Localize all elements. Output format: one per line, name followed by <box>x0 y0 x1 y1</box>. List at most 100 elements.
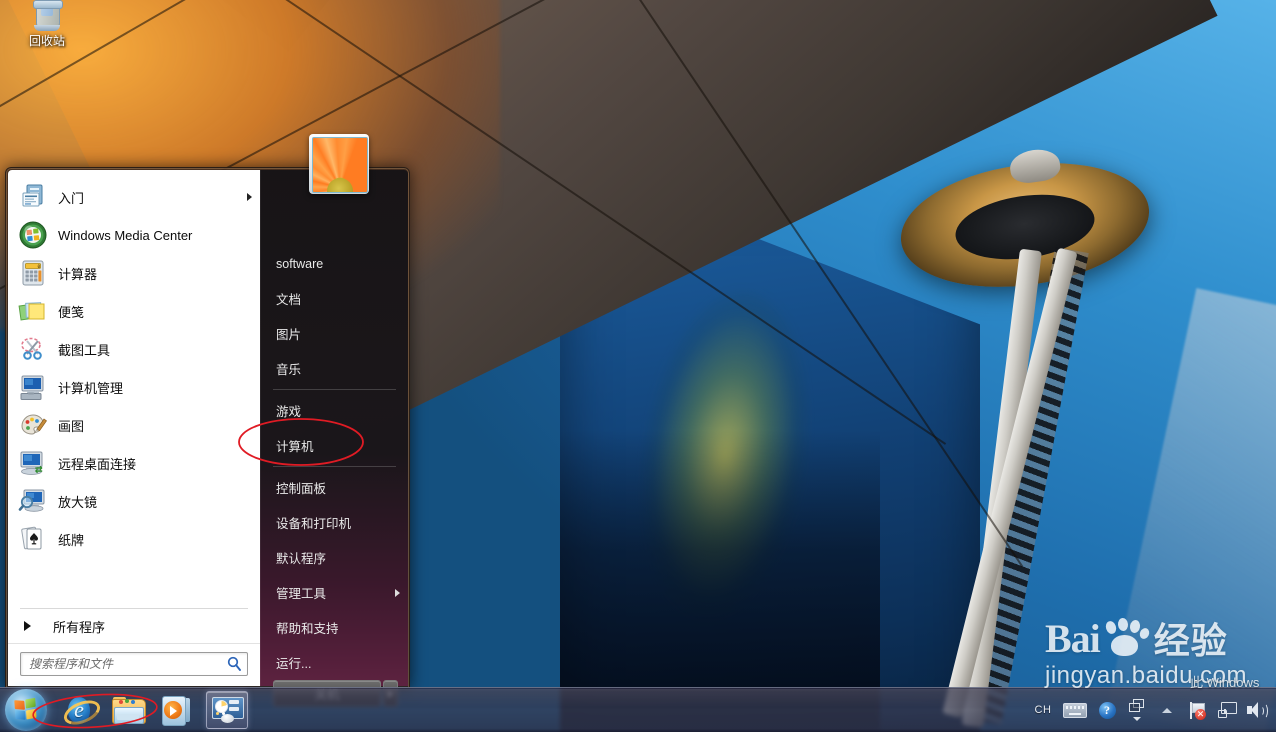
start-right-item-label: 音乐 <box>276 363 302 377</box>
all-programs-label: 所有程序 <box>53 619 106 635</box>
internet-explorer-icon <box>60 695 104 730</box>
start-item-label: 放大镜 <box>58 494 98 510</box>
chevron-right-icon <box>395 588 400 597</box>
start-right-item-control-panel[interactable]: 控制面板 <box>261 470 408 505</box>
start-item-sticky-notes[interactable]: 便笺 <box>8 292 260 330</box>
start-menu-search-area <box>8 643 260 686</box>
start-right-item-label: 管理工具 <box>276 587 327 601</box>
start-right-item-run[interactable]: 运行... <box>261 645 408 680</box>
start-button[interactable] <box>5 689 47 731</box>
start-right-item-games[interactable]: 游戏 <box>261 393 408 428</box>
all-programs-button[interactable]: 所有程序 <box>8 609 260 643</box>
start-item-label: 截图工具 <box>58 342 111 358</box>
tray-volume[interactable] <box>1244 695 1270 725</box>
svg-text:0: 0 <box>38 264 41 270</box>
start-right-item-music[interactable]: 音乐 <box>261 351 408 386</box>
help-question-icon: ? <box>1098 701 1116 719</box>
search-box[interactable] <box>20 652 248 676</box>
start-right-item-documents[interactable]: 文档 <box>261 281 408 316</box>
magnifier-icon <box>18 486 48 516</box>
start-right-item-label: 控制面板 <box>276 482 327 496</box>
error-badge: ✕ <box>1195 708 1206 720</box>
windows-logo-icon <box>14 697 37 721</box>
tray-network[interactable] <box>1214 695 1240 725</box>
tray-show-hidden-icons[interactable] <box>1154 695 1180 725</box>
control-panel-icon <box>212 697 244 723</box>
start-item-label: 远程桌面连接 <box>58 456 137 472</box>
chevron-right-icon <box>247 193 252 201</box>
start-right-item-label: 默认程序 <box>276 552 327 566</box>
folder-icon <box>112 697 146 724</box>
remote-desktop-icon: ⇄ <box>18 448 48 478</box>
start-menu-right-pane: software 文档 图片 音乐 游戏 计算机 控制面板 设备和打印机 默认程… <box>260 134 408 707</box>
desktop-icon-label: 回收站 <box>28 34 65 48</box>
start-right-item-devices-and-printers[interactable]: 设备和打印机 <box>261 505 408 540</box>
start-menu: 入门 Windows Media Center 0 计算器 便笺 截图工具 计算… <box>5 134 410 707</box>
start-item-calculator[interactable]: 0 计算器 <box>8 254 260 292</box>
start-item-magnifier[interactable]: 放大镜 <box>8 482 260 520</box>
start-right-item-label: 图片 <box>276 328 302 342</box>
paint-icon <box>18 410 48 440</box>
start-item-computer-management[interactable]: 计算机管理 <box>8 368 260 406</box>
ime-language-label: CH <box>1034 704 1052 716</box>
start-right-item-computer[interactable]: 计算机 <box>261 428 408 463</box>
tray-ime-help[interactable]: ? <box>1094 695 1120 725</box>
volume-icon <box>1247 702 1268 719</box>
chevron-right-icon <box>24 621 31 631</box>
start-menu-program-list: 入门 Windows Media Center 0 计算器 便笺 截图工具 计算… <box>8 170 260 604</box>
start-right-item-default-programs[interactable]: 默认程序 <box>261 540 408 575</box>
getting-started-icon <box>18 182 48 212</box>
taskbar-item-windows-media-player[interactable] <box>157 692 197 728</box>
start-right-item-label: 设备和打印机 <box>276 517 352 531</box>
start-right-item-pictures[interactable]: 图片 <box>261 316 408 351</box>
system-tray: CH ? ✕ <box>1030 688 1276 732</box>
start-right-item-label: 运行... <box>276 657 312 671</box>
start-right-item-label: 文档 <box>276 293 302 307</box>
user-account-picture[interactable] <box>309 134 369 194</box>
recycle-bin-icon <box>33 0 63 31</box>
start-item-snipping-tool[interactable]: 截图工具 <box>8 330 260 368</box>
start-menu-places-list: software 文档 图片 音乐 游戏 计算机 控制面板 设备和打印机 默认程… <box>261 170 408 680</box>
svg-text:⇄: ⇄ <box>35 465 43 475</box>
computer-management-icon <box>18 372 48 402</box>
sticky-notes-icon <box>18 296 48 326</box>
start-item-label: 纸牌 <box>58 532 85 548</box>
search-icon <box>227 656 242 671</box>
restore-stack-icon <box>1129 699 1145 715</box>
keyboard-icon <box>1063 702 1087 718</box>
start-right-item-label: 帮助和支持 <box>276 622 339 636</box>
tray-action-center[interactable]: ✕ <box>1184 695 1210 725</box>
start-item-label: 便笺 <box>58 304 85 320</box>
start-item-solitaire[interactable]: 纸牌 <box>8 520 260 558</box>
media-player-icon <box>162 696 192 726</box>
start-right-item-label: 游戏 <box>276 405 302 419</box>
start-right-item-label: 计算机 <box>276 440 314 454</box>
start-right-item-software[interactable]: software <box>261 246 408 281</box>
taskbar-item-internet-explorer[interactable] <box>59 692 104 730</box>
tray-ime-options[interactable] <box>1124 695 1150 725</box>
search-input[interactable] <box>27 653 221 675</box>
chevron-down-icon <box>1133 717 1141 721</box>
start-right-item-label: software <box>276 256 324 271</box>
taskbar-item-control-panel[interactable] <box>206 691 248 729</box>
flag-error-icon: ✕ <box>1189 701 1206 720</box>
user-account-picture-flower <box>312 137 368 193</box>
tray-ime-keyboard[interactable] <box>1060 695 1090 725</box>
start-item-label: 画图 <box>58 418 85 434</box>
start-menu-left-pane: 入门 Windows Media Center 0 计算器 便笺 截图工具 计算… <box>8 170 260 686</box>
start-item-remote-desktop[interactable]: ⇄ 远程桌面连接 <box>8 444 260 482</box>
start-item-label: 计算机管理 <box>58 380 124 396</box>
taskbar-pinned-items <box>59 691 248 730</box>
start-item-windows-media-center[interactable]: Windows Media Center <box>8 216 260 254</box>
start-item-getting-started[interactable]: 入门 <box>8 178 260 216</box>
tray-ime-indicator[interactable]: CH <box>1030 695 1056 725</box>
start-item-paint[interactable]: 画图 <box>8 406 260 444</box>
start-right-item-help-and-support[interactable]: 帮助和支持 <box>261 610 408 645</box>
start-menu-right-divider <box>273 466 396 467</box>
desktop-icon-recycle-bin[interactable]: 回收站 <box>10 0 84 48</box>
start-right-item-administrative-tools[interactable]: 管理工具 <box>261 575 408 610</box>
start-menu-right-divider <box>273 389 396 390</box>
solitaire-icon <box>18 524 48 554</box>
taskbar-item-windows-explorer[interactable] <box>108 692 148 728</box>
snipping-tool-icon <box>18 334 48 364</box>
